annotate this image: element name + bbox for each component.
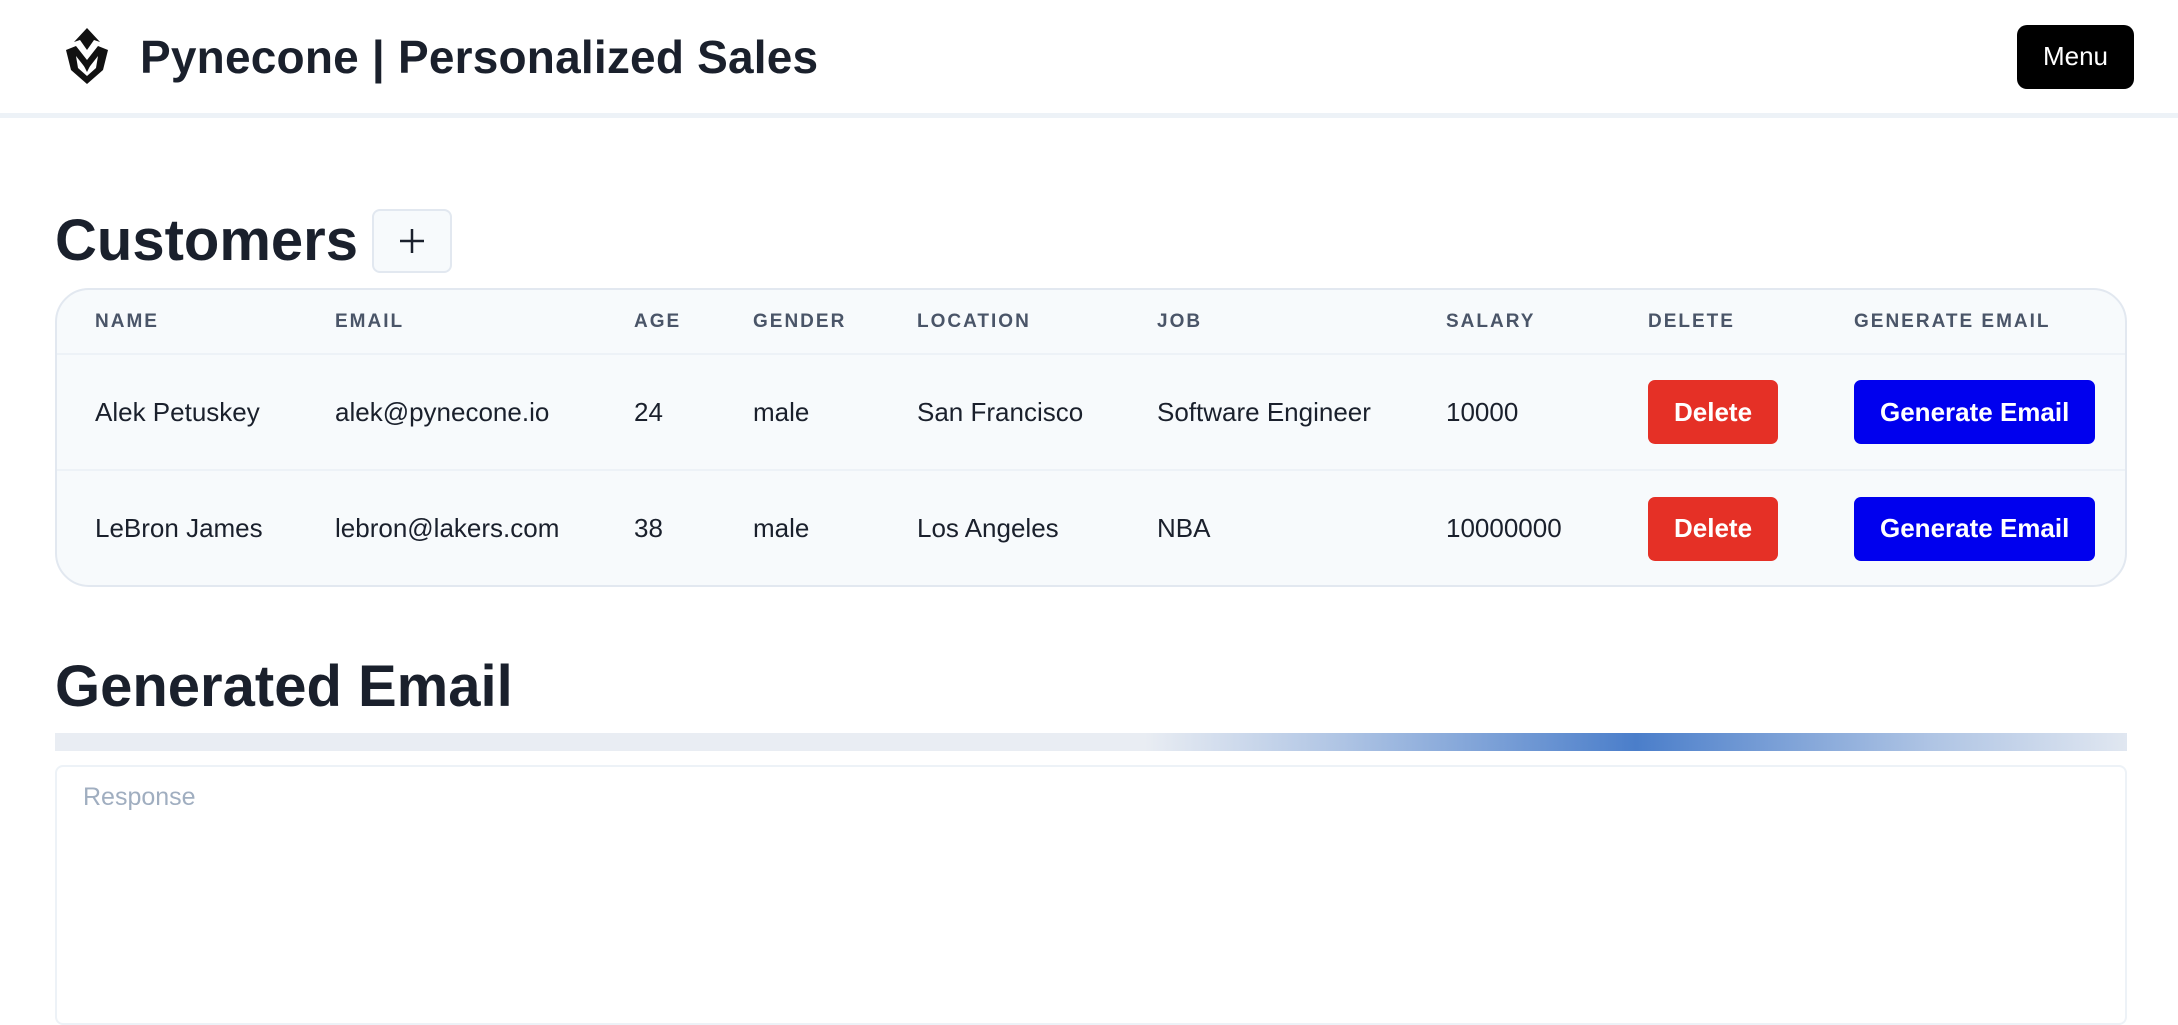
cell-job: NBA (1157, 513, 1211, 543)
progress-indicator (1145, 733, 2127, 751)
generated-email-title: Generated Email (55, 654, 513, 719)
column-header-delete: Delete (1610, 290, 1816, 355)
cell-age: 38 (634, 513, 663, 543)
column-header-name: Name (57, 290, 297, 355)
top-navbar: Pynecone | Personalized Sales Menu (0, 0, 2178, 118)
cell-gender: male (715, 354, 879, 471)
customers-title: Customers (55, 208, 358, 273)
customers-table: Name Email Age Gender Location Job Salar… (57, 290, 2125, 585)
cell-job: Software Engineer (1119, 354, 1408, 471)
cell-location: San Francisco (879, 354, 1119, 471)
cell-name: Alek Petuskey (57, 354, 297, 471)
progress-bar (55, 733, 2127, 751)
column-header-age: Age (596, 290, 715, 355)
table-header-row: Name Email Age Gender Location Job Salar… (57, 290, 2125, 355)
column-header-location: Location (879, 290, 1119, 355)
delete-button[interactable]: Delete (1648, 496, 1779, 561)
table-row: Alek Petuskey alek@pynecone.io 24 male S… (57, 354, 2125, 471)
customers-header: Customers (55, 208, 452, 274)
cell-delete: Delete (1610, 470, 1816, 585)
customers-table-container: Name Email Age Gender Location Job Salar… (55, 288, 2127, 587)
cell-salary: 10000 (1408, 354, 1610, 471)
cell-email: alek@pynecone.io (297, 354, 596, 471)
plus-icon (399, 229, 424, 253)
cell-age: 24 (596, 354, 715, 471)
cell-delete: Delete (1610, 354, 1816, 471)
column-header-gender: Gender (715, 290, 879, 355)
cell-generate-email: Generate Email (1816, 470, 2125, 585)
column-header-generate-email: Generate Email (1816, 290, 2125, 355)
column-header-salary: Salary (1408, 290, 1610, 355)
cell-salary: 10000000 (1446, 513, 1562, 543)
table-header: Name Email Age Gender Location Job Salar… (57, 290, 2125, 355)
generate-email-button[interactable]: Generate Email (1854, 380, 2096, 444)
column-header-job: Job (1119, 290, 1408, 355)
response-textarea[interactable] (55, 765, 2127, 1025)
pynecone-logo-icon (56, 26, 118, 88)
menu-button[interactable]: Menu (2016, 24, 2134, 89)
delete-button[interactable]: Delete (1648, 380, 1779, 444)
cell-email: lebron@lakers.com (335, 513, 560, 543)
cell-gender: male (753, 513, 810, 543)
table-body: Alek Petuskey alek@pynecone.io 24 male S… (57, 354, 2125, 585)
generate-email-button[interactable]: Generate Email (1854, 496, 2096, 561)
cell-generate-email: Generate Email (1816, 354, 2125, 471)
add-customer-button[interactable] (371, 209, 452, 273)
column-header-email: Email (297, 290, 596, 355)
table-row: LeBron James lebron@lakers.com 38 male L… (57, 470, 2125, 585)
cell-location: Los Angeles (917, 513, 1059, 543)
app-title: Pynecone | Personalized Sales (140, 30, 819, 83)
cell-name: LeBron James (95, 513, 263, 543)
